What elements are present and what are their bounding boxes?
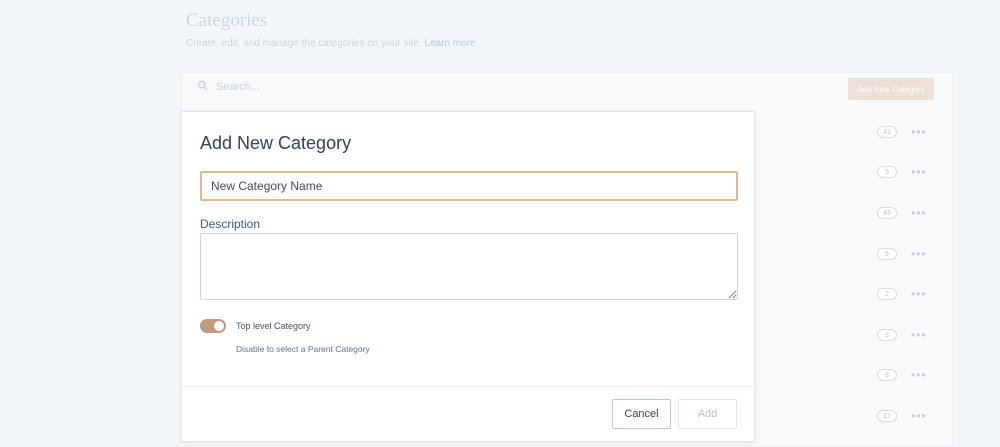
add-new-category-button[interactable]: Add New Category — [848, 78, 934, 100]
category-row: 2 ••• — [877, 287, 937, 301]
page-title: Categories — [186, 10, 268, 31]
search-placeholder: Search... — [216, 81, 261, 93]
search-bar[interactable]: Search... — [197, 80, 260, 94]
top-level-category-toggle[interactable] — [200, 319, 226, 333]
dialog-title: Add New Category — [200, 133, 352, 153]
more-options-icon[interactable]: ••• — [911, 207, 927, 219]
add-button[interactable]: Add — [678, 399, 737, 429]
more-options-icon[interactable]: ••• — [911, 126, 927, 138]
category-row: 6 ••• — [877, 247, 937, 261]
page-subtitle-text: Create, edit, and manage the categories … — [186, 38, 422, 49]
more-options-icon[interactable]: ••• — [911, 369, 927, 381]
description-label: Description — [200, 217, 261, 231]
cancel-button[interactable]: Cancel — [612, 399, 671, 429]
description-textarea[interactable] — [200, 233, 738, 300]
more-options-icon[interactable]: ••• — [911, 288, 927, 300]
toggle-knob — [214, 321, 224, 331]
page-subtitle: Create, edit, and manage the categories … — [186, 38, 476, 49]
category-row: 43 ••• — [877, 206, 937, 220]
category-row: 17 ••• — [877, 409, 937, 423]
more-options-icon[interactable]: ••• — [911, 166, 927, 178]
post-count-badge: 6 — [877, 248, 897, 260]
post-count-badge: 9 — [877, 166, 897, 178]
more-options-icon[interactable]: ••• — [911, 410, 927, 422]
more-options-icon[interactable]: ••• — [911, 248, 927, 260]
post-count-badge: 43 — [877, 207, 897, 219]
post-count-badge: 42 — [877, 126, 897, 138]
category-name-input[interactable] — [200, 171, 738, 201]
search-icon — [197, 80, 208, 94]
category-row: 42 ••• — [877, 125, 937, 139]
post-count-badge: 8 — [877, 369, 897, 381]
category-row: 8 ••• — [877, 368, 937, 382]
add-category-dialog: Add New Category Description Top level C… — [181, 111, 755, 442]
post-count-badge: 2 — [877, 288, 897, 300]
dialog-footer-divider — [182, 386, 754, 387]
top-level-category-label: Top level Category — [236, 321, 311, 331]
more-options-icon[interactable]: ••• — [911, 329, 927, 341]
learn-more-link[interactable]: Learn more — [424, 38, 475, 49]
post-count-badge: 3 — [877, 329, 897, 341]
post-count-badge: 17 — [877, 410, 897, 422]
category-row: 9 ••• — [877, 165, 937, 179]
category-row: 3 ••• — [877, 328, 937, 342]
toggle-help-text: Disable to select a Parent Category — [236, 344, 370, 354]
